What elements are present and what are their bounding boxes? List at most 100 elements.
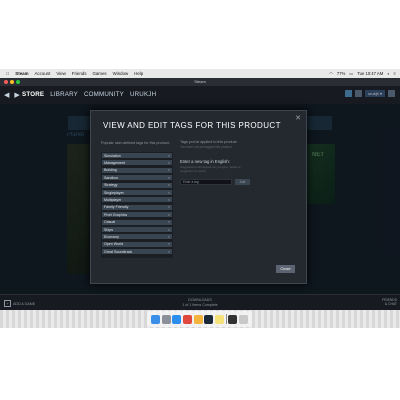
menu-steam[interactable]: Steam xyxy=(15,71,28,76)
nav-library[interactable]: LIBRARY xyxy=(50,91,78,98)
mac-menu-bar:  Steam Account View Friends Games Windo… xyxy=(0,69,400,78)
tag-input[interactable]: Enter a tag xyxy=(180,179,232,185)
applied-tags-heading: Tags you've applied to this product: xyxy=(180,140,238,144)
friends-chat-button[interactable]: FRIENDS & CHAT xyxy=(382,298,397,306)
tag-item[interactable]: Simulation ✕ xyxy=(102,153,172,158)
menu-list-icon[interactable]: ≡ xyxy=(394,71,396,76)
battery-percent[interactable]: 77% xyxy=(337,71,345,76)
launchpad-icon[interactable] xyxy=(161,314,171,324)
tag-label: Simulation xyxy=(104,153,121,158)
menu-friends[interactable]: Friends xyxy=(72,71,87,76)
close-icon[interactable]: ✕ xyxy=(295,114,301,122)
remove-tag-icon[interactable]: ✕ xyxy=(167,242,172,246)
remove-tag-icon[interactable]: ✕ xyxy=(167,250,172,254)
tag-item[interactable]: Strategy ✕ xyxy=(102,182,172,188)
nav-profile[interactable]: URUKJH xyxy=(130,91,156,98)
remove-tag-icon[interactable]: ✕ xyxy=(167,191,172,195)
remove-tag-icon[interactable]: ✕ xyxy=(167,205,172,209)
window-title-bar: Steam xyxy=(0,78,400,86)
remove-tag-icon[interactable]: ✕ xyxy=(167,168,172,172)
popular-tags-heading: Popular user-defined tags for this produ… xyxy=(101,141,170,145)
battery-icon[interactable]: ▭ xyxy=(349,71,353,76)
finder-icon[interactable] xyxy=(150,314,160,324)
remove-tag-icon[interactable]: ✕ xyxy=(167,161,172,165)
tag-item[interactable]: Building ✕ xyxy=(102,167,172,173)
forward-arrow-icon[interactable]: ▶ xyxy=(14,91,19,99)
tag-label: Strategy xyxy=(104,183,118,188)
tag-item[interactable]: Economy ✕ xyxy=(102,234,172,240)
add-tag-button[interactable]: Add xyxy=(235,179,250,185)
tag-item[interactable]: Family Friendly ✕ xyxy=(102,204,172,210)
main-nav: STORE LIBRARY COMMUNITY URUKJH xyxy=(22,91,156,98)
remove-tag-icon[interactable]: ✕ xyxy=(167,154,172,158)
minimize-icon[interactable] xyxy=(388,90,395,97)
dock-separator xyxy=(225,314,227,324)
window-controls xyxy=(4,80,20,84)
trash-icon[interactable] xyxy=(239,314,249,324)
add-game-button[interactable]: + ADD A GAME xyxy=(4,300,35,307)
tag-item[interactable]: Pixel Graphics ✕ xyxy=(102,212,172,218)
safari-icon[interactable] xyxy=(172,314,182,324)
terminal-icon[interactable] xyxy=(228,314,238,324)
account-dropdown[interactable]: urukjh ▾ xyxy=(364,90,385,97)
tag-label: Casual xyxy=(104,220,116,225)
menubar-status: ◠ 77% ▭ Tue 10:47 AM ⌕ ≡ xyxy=(329,69,396,78)
menu-help[interactable]: Help xyxy=(134,71,143,76)
notifications-icon[interactable] xyxy=(344,90,352,97)
chrome-icon[interactable] xyxy=(182,314,192,324)
remove-tag-icon[interactable]: ✕ xyxy=(167,213,172,217)
steam-bottom-bar: + ADD A GAME DOWNLOADS 1 of 1 Items Comp… xyxy=(0,294,400,311)
window-title: Steam xyxy=(194,79,206,84)
remove-tag-icon[interactable]: ✕ xyxy=(167,220,172,224)
tag-label: Management xyxy=(104,160,125,165)
new-tag-hint: Suggestions will appear as you type. Sel… xyxy=(180,165,241,173)
remove-tag-icon[interactable]: ✕ xyxy=(167,228,172,232)
close-button[interactable]: Close xyxy=(276,265,295,273)
photos-icon[interactable] xyxy=(193,314,203,324)
tag-label: Family Friendly xyxy=(104,205,129,210)
add-game-label: ADD A GAME xyxy=(13,301,36,306)
steam-icon[interactable] xyxy=(204,314,214,324)
tag-item[interactable]: Singleplayer ✕ xyxy=(102,190,172,195)
tag-label: Open World xyxy=(104,242,124,247)
edit-tags-dialog: VIEW AND EDIT TAGS FOR THIS PRODUCT ✕ Po… xyxy=(90,110,307,284)
tag-item[interactable]: Casual ✕ xyxy=(102,219,172,225)
history-arrows: ◀ ▶ xyxy=(4,91,20,99)
menu-games[interactable]: Games xyxy=(92,71,106,76)
back-arrow-icon[interactable]: ◀ xyxy=(4,91,9,99)
tag-label: Pixel Graphics xyxy=(104,212,128,217)
close-window-icon[interactable] xyxy=(4,80,8,84)
menu-account[interactable]: Account xyxy=(34,71,50,76)
remove-tag-icon[interactable]: ✕ xyxy=(167,176,172,180)
nav-tools: urukjh ▾ xyxy=(344,90,395,97)
remove-tag-icon[interactable]: ✕ xyxy=(167,198,172,202)
zoom-window-icon[interactable] xyxy=(16,80,20,84)
inbox-icon[interactable] xyxy=(354,90,362,97)
new-tag-heading: Enter a new tag in English: xyxy=(180,159,230,164)
apple-icon[interactable]:  xyxy=(6,71,9,76)
tag-item[interactable]: Open World ✕ xyxy=(102,241,172,247)
downloads-status[interactable]: DOWNLOADS 1 of 1 Items Complete xyxy=(170,298,230,307)
menu-window[interactable]: Window xyxy=(113,71,129,76)
tag-label: Economy xyxy=(104,234,119,239)
nav-community[interactable]: COMMUNITY xyxy=(84,91,124,98)
dock xyxy=(147,311,252,327)
plus-icon: + xyxy=(4,300,11,307)
menu-view[interactable]: View xyxy=(56,71,65,76)
clock[interactable]: Tue 10:47 AM xyxy=(357,71,383,76)
remove-tag-icon[interactable]: ✕ xyxy=(167,235,172,239)
app-screen:  Steam Account View Friends Games Windo… xyxy=(0,69,400,328)
tag-item[interactable]: Multiplayer ✕ xyxy=(102,197,172,203)
tag-item[interactable]: Management ✕ xyxy=(102,160,172,166)
desktop-background xyxy=(0,310,400,328)
tag-item[interactable]: Great Soundtrack ✕ xyxy=(102,249,172,255)
search-icon[interactable]: ⌕ xyxy=(387,71,389,76)
remove-tag-icon[interactable]: ✕ xyxy=(167,183,172,187)
notes-icon[interactable] xyxy=(214,314,224,324)
tag-item[interactable]: Sandbox ✕ xyxy=(102,175,172,181)
wifi-icon[interactable]: ◠ xyxy=(329,71,333,76)
nav-store[interactable]: STORE xyxy=(22,91,44,98)
minimize-window-icon[interactable] xyxy=(10,80,14,84)
tag-item[interactable]: Ships ✕ xyxy=(102,227,172,232)
tag-label: Great Soundtrack xyxy=(104,249,133,254)
